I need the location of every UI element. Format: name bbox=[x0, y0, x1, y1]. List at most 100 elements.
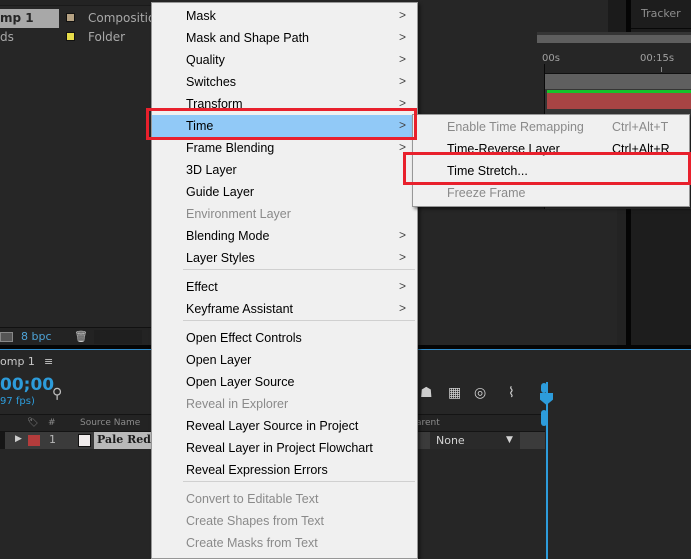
menu-item-label: Time bbox=[186, 119, 214, 133]
project-item-type: Folder bbox=[88, 30, 126, 44]
menu-item-reveal-layer-source-in-project[interactable]: Reveal Layer Source in Project bbox=[152, 415, 417, 437]
menu-item-label: Convert to Editable Text bbox=[186, 492, 319, 506]
menu-item-switches[interactable]: Switches > bbox=[152, 71, 417, 93]
menu-item-3d-layer[interactable]: 3D Layer bbox=[152, 159, 417, 181]
menu-item-blending-mode[interactable]: Blending Mode > bbox=[152, 225, 417, 247]
label-swatch[interactable] bbox=[66, 32, 75, 41]
menu-item-label: Create Shapes from Text bbox=[186, 514, 325, 528]
menu-separator bbox=[183, 481, 415, 482]
layer-context-menu: Mask > Mask and Shape Path > Quality > Switche… bbox=[151, 2, 418, 559]
bit-depth-button[interactable]: 8 bpc bbox=[21, 330, 52, 343]
menu-item-freeze-frame[interactable]: Freeze Frame bbox=[413, 182, 689, 204]
menu-item-create-shapes-from-text[interactable]: Create Shapes from Text bbox=[152, 510, 417, 532]
menu-item-label: Reveal Layer in Project Flowchart bbox=[186, 441, 373, 455]
menu-item-label: Reveal Expression Errors bbox=[186, 463, 328, 477]
menu-item-convert-to-editable-text[interactable]: Convert to Editable Text bbox=[152, 488, 417, 510]
menu-item-label: Mask and Shape Path bbox=[186, 31, 309, 45]
twirl-down-icon[interactable]: ▶ bbox=[15, 434, 22, 444]
menu-item-label: Time Stretch... bbox=[447, 164, 528, 178]
time-ruler[interactable]: 00s 00:15s bbox=[537, 43, 691, 74]
menu-item-effect[interactable]: Effect > bbox=[152, 276, 417, 298]
menu-item-keyframe-assistant[interactable]: Keyframe Assistant > bbox=[152, 298, 417, 320]
av-switch-cell[interactable] bbox=[0, 432, 5, 449]
menu-item-layer-styles[interactable]: Layer Styles > bbox=[152, 247, 417, 269]
menu-item-label: Blending Mode bbox=[186, 229, 270, 243]
menu-item-label: 3D Layer bbox=[186, 163, 237, 177]
menu-item-label: Layer Styles bbox=[186, 251, 255, 265]
menu-item-label: Guide Layer bbox=[186, 185, 255, 199]
draft-3d-icon[interactable]: ☗ bbox=[420, 385, 433, 401]
menu-item-reveal-expression-errors[interactable]: Reveal Expression Errors bbox=[152, 459, 417, 481]
menu-item-time-reverse-layer[interactable]: Time-Reverse Layer Ctrl+Alt+R bbox=[413, 138, 689, 160]
trash-icon[interactable]: 🗑 bbox=[74, 330, 88, 343]
menu-item-label: Reveal Layer Source in Project bbox=[186, 419, 359, 433]
playhead-line[interactable] bbox=[546, 382, 548, 559]
menu-item-environment-layer[interactable]: Environment Layer bbox=[152, 203, 417, 225]
graph-editor-icon[interactable]: ⌇ bbox=[508, 385, 515, 401]
project-item-name: mp 1 bbox=[0, 11, 34, 25]
menu-item-transform[interactable]: Transform > bbox=[152, 93, 417, 115]
menu-item-reveal-in-explorer[interactable]: Reveal in Explorer bbox=[152, 393, 417, 415]
project-column-header bbox=[0, 0, 152, 6]
ruler-label-start: 00s bbox=[542, 53, 560, 64]
menu-item-label: Switches bbox=[186, 75, 237, 89]
panel-menu-icon[interactable]: ≡ bbox=[44, 355, 53, 368]
submenu-arrow-icon: > bbox=[399, 301, 407, 315]
menu-item-label: Open Layer Source bbox=[186, 375, 295, 389]
layer-duration-bar[interactable] bbox=[547, 93, 691, 109]
ruler-tick bbox=[661, 67, 662, 72]
submenu-arrow-icon: > bbox=[399, 96, 407, 110]
menu-item-mask-and-shape-path[interactable]: Mask and Shape Path > bbox=[152, 27, 417, 49]
menu-item-open-layer[interactable]: Open Layer bbox=[152, 349, 417, 371]
dropdown-arrow-icon[interactable]: ▼ bbox=[506, 435, 513, 445]
timeline-tab[interactable]: omp 1 ≡ bbox=[0, 355, 53, 368]
menu-item-create-masks-from-text[interactable]: Create Masks from Text bbox=[152, 532, 417, 554]
frame-rate-label: 97 fps) bbox=[0, 396, 35, 407]
label-column-icon: 🏷 bbox=[27, 418, 39, 428]
submenu-arrow-icon: > bbox=[399, 52, 407, 66]
work-area-bar[interactable] bbox=[537, 74, 691, 89]
layer-label-color[interactable] bbox=[28, 435, 40, 446]
parent-value: None bbox=[436, 434, 465, 447]
menu-item-time[interactable]: Time > bbox=[152, 115, 417, 137]
menu-item-enable-time-remapping[interactable]: Enable Time Remapping Ctrl+Alt+T bbox=[413, 116, 689, 138]
menu-item-shortcut: Ctrl+Alt+T bbox=[612, 120, 669, 134]
menu-item-label: Open Layer bbox=[186, 353, 252, 367]
ruler-label-15s: 00:15s bbox=[640, 53, 675, 64]
motion-blur-icon[interactable]: ◎ bbox=[474, 385, 486, 401]
menu-separator bbox=[183, 320, 415, 321]
menu-item-shortcut: Ctrl+Alt+R bbox=[612, 142, 670, 156]
menu-item-label: Environment Layer bbox=[186, 207, 291, 221]
menu-item-label: Enable Time Remapping bbox=[447, 120, 584, 134]
label-swatch[interactable] bbox=[66, 13, 75, 22]
submenu-arrow-icon: > bbox=[399, 74, 407, 88]
submenu-arrow-icon: > bbox=[399, 118, 407, 132]
current-timecode[interactable]: 00;00 bbox=[0, 375, 54, 395]
menu-item-open-effect-controls[interactable]: Open Effect Controls bbox=[152, 327, 417, 349]
menu-item-open-layer-source[interactable]: Open Layer Source bbox=[152, 371, 417, 393]
menu-item-label: Keyframe Assistant bbox=[186, 302, 293, 316]
layer-number: 1 bbox=[49, 433, 56, 446]
time-navigator[interactable] bbox=[537, 35, 691, 43]
menu-item-frame-blending[interactable]: Frame Blending > bbox=[152, 137, 417, 159]
menu-item-reveal-layer-in-project-flowchart[interactable]: Reveal Layer in Project Flowchart bbox=[152, 437, 417, 459]
menu-item-mask[interactable]: Mask > bbox=[152, 5, 417, 27]
menu-item-guide-layer[interactable]: Guide Layer bbox=[152, 181, 417, 203]
search-icon[interactable]: ⚲ bbox=[52, 386, 62, 402]
solid-layer-icon bbox=[78, 434, 91, 447]
project-item-folder[interactable]: ds Folder bbox=[0, 28, 152, 47]
frame-blending-icon[interactable]: ▦ bbox=[448, 385, 461, 401]
source-name-column-header[interactable]: Source Name bbox=[80, 418, 140, 428]
menu-item-time-stretch[interactable]: Time Stretch... bbox=[413, 160, 689, 182]
parent-column-header: arent bbox=[416, 418, 440, 428]
submenu-arrow-icon: > bbox=[399, 250, 407, 264]
menu-item-label: Transform bbox=[186, 97, 243, 111]
menu-item-label: Reveal in Explorer bbox=[186, 397, 289, 411]
project-item-composition[interactable]: mp 1 Composition bbox=[0, 9, 163, 28]
time-submenu: Enable Time Remapping Ctrl+Alt+T Time-Re… bbox=[412, 114, 690, 207]
submenu-arrow-icon: > bbox=[399, 140, 407, 154]
flowchart-icon[interactable] bbox=[0, 332, 13, 342]
tracker-tab[interactable]: Tracker bbox=[631, 0, 691, 29]
menu-item-quality[interactable]: Quality > bbox=[152, 49, 417, 71]
menu-item-label: Mask bbox=[186, 9, 216, 23]
